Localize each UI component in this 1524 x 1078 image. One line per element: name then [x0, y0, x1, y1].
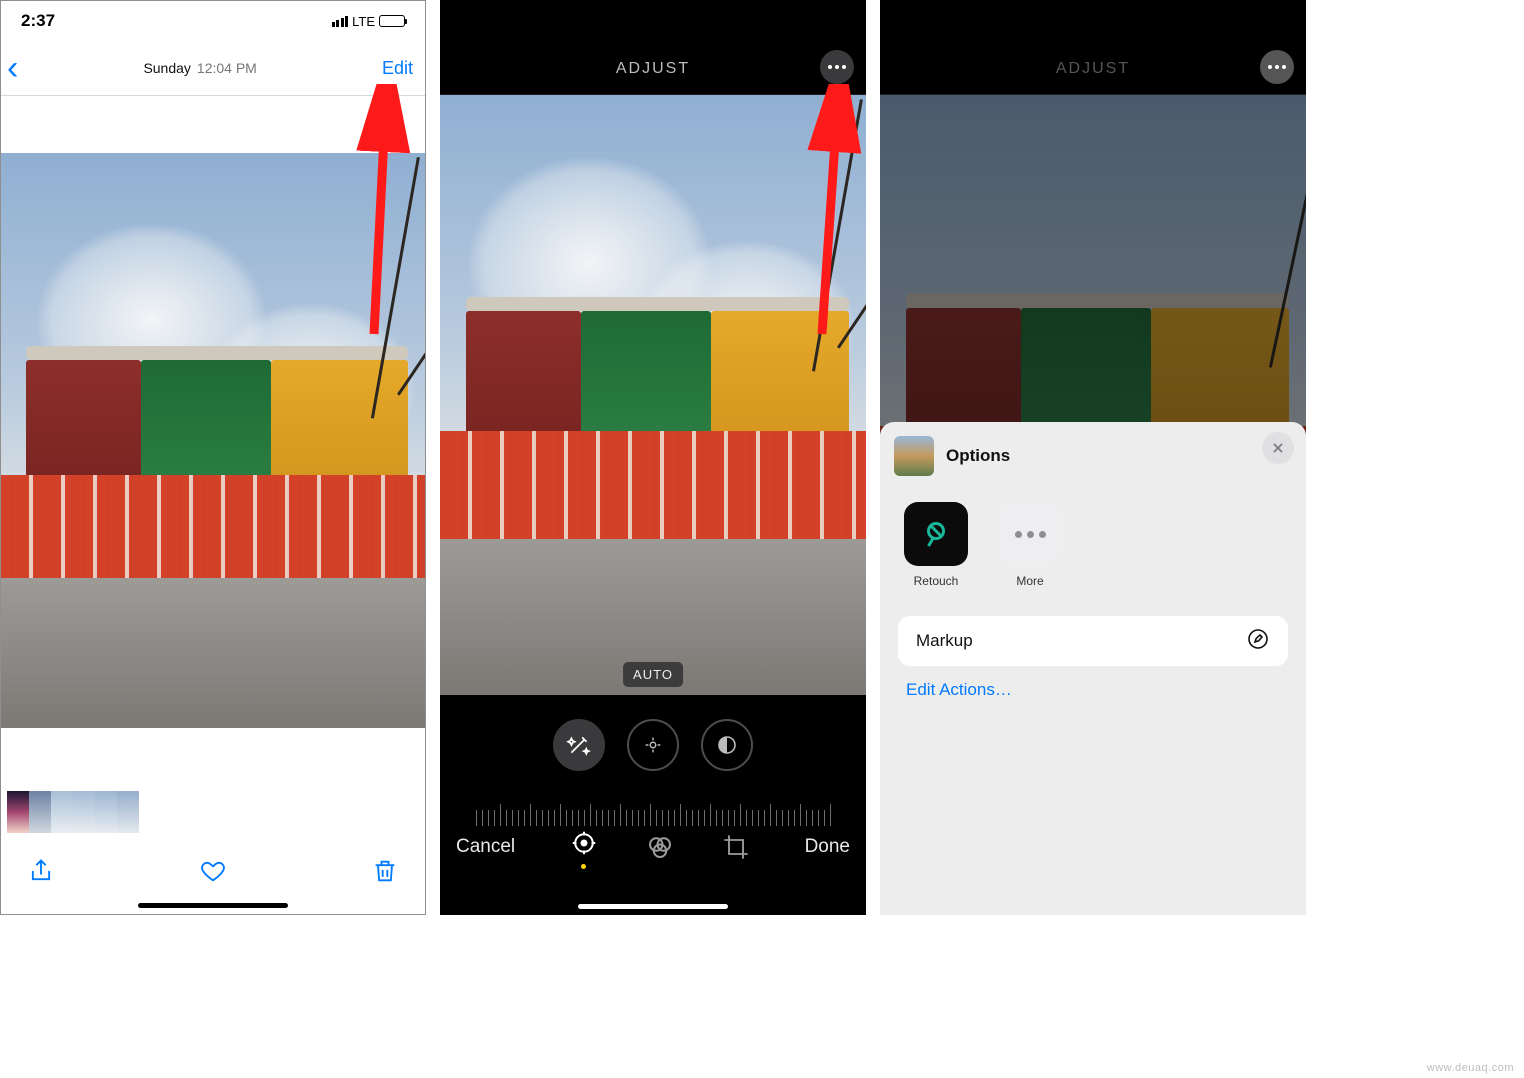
back-chevron-icon[interactable]: ‹	[7, 51, 18, 85]
auto-label: AUTO	[623, 662, 683, 687]
network-label: LTE	[352, 14, 375, 29]
markup-pen-icon	[1246, 627, 1270, 656]
photo-timestamp: Sunday12:04 PM	[143, 60, 256, 76]
actions-list: Markup	[898, 616, 1288, 666]
thumbnail[interactable]	[51, 791, 73, 833]
exposure-icon[interactable]	[627, 719, 679, 771]
adjust-tab-icon[interactable]	[567, 826, 601, 860]
annotation-arrow	[324, 84, 444, 349]
signal-icon	[332, 16, 349, 27]
markup-row[interactable]: Markup	[898, 616, 1288, 666]
cancel-button[interactable]: Cancel	[456, 836, 515, 858]
edit-tab-bar: Cancel Done	[440, 809, 866, 885]
more-ellipsis-icon	[998, 502, 1062, 566]
magic-wand-icon[interactable]	[553, 719, 605, 771]
options-sheet: Options Retouch More	[880, 422, 1306, 915]
annotation-arrow	[760, 84, 880, 349]
share-icon[interactable]	[27, 857, 55, 890]
extension-app-retouch[interactable]: Retouch	[902, 502, 970, 588]
edit-nav: ADJUST	[880, 0, 1306, 95]
brilliance-icon[interactable]	[701, 719, 753, 771]
status-time: 2:37	[21, 11, 55, 31]
thumbnail[interactable]	[7, 791, 29, 833]
home-indicator[interactable]	[578, 904, 728, 909]
extension-app-more[interactable]: More	[996, 502, 1064, 588]
status-right: LTE	[332, 14, 405, 29]
row-label: Markup	[916, 631, 973, 651]
active-tab-dot	[581, 864, 586, 869]
done-button[interactable]: Done	[805, 836, 850, 858]
extension-apps-row: Retouch More	[880, 486, 1306, 594]
thumbnail-strip[interactable]	[7, 791, 139, 836]
heart-icon[interactable]	[199, 857, 227, 890]
edit-nav: ADJUST	[440, 0, 866, 95]
watermark: www.deuaq.com	[1427, 1062, 1514, 1074]
app-label: Retouch	[914, 574, 959, 588]
page-title: ADJUST	[1056, 60, 1130, 78]
app-label: More	[1016, 574, 1043, 588]
status-bar: 2:37 LTE	[1, 1, 425, 41]
filters-tab-icon[interactable]	[643, 830, 677, 864]
page-title: ADJUST	[616, 60, 690, 78]
sheet-header: Options	[880, 422, 1306, 486]
trash-icon[interactable]	[371, 857, 399, 890]
close-button[interactable]	[1262, 432, 1294, 464]
thumbnail[interactable]	[73, 791, 95, 833]
screen-options-sheet: ADJUST Options	[880, 0, 1306, 915]
adjust-knob-row	[440, 705, 866, 785]
retouch-app-icon	[904, 502, 968, 566]
battery-icon	[379, 15, 405, 27]
sheet-thumbnail	[894, 436, 934, 476]
more-button[interactable]	[1260, 50, 1294, 84]
thumbnail[interactable]	[29, 791, 51, 833]
thumbnail[interactable]	[95, 791, 117, 833]
thumbnail[interactable]	[117, 791, 139, 833]
home-indicator[interactable]	[138, 903, 288, 908]
edit-button[interactable]: Edit	[382, 58, 413, 79]
more-button[interactable]	[820, 50, 854, 84]
crop-tab-icon[interactable]	[719, 830, 753, 864]
sheet-title: Options	[946, 446, 1010, 466]
edit-actions-link[interactable]: Edit Actions…	[880, 666, 1306, 714]
